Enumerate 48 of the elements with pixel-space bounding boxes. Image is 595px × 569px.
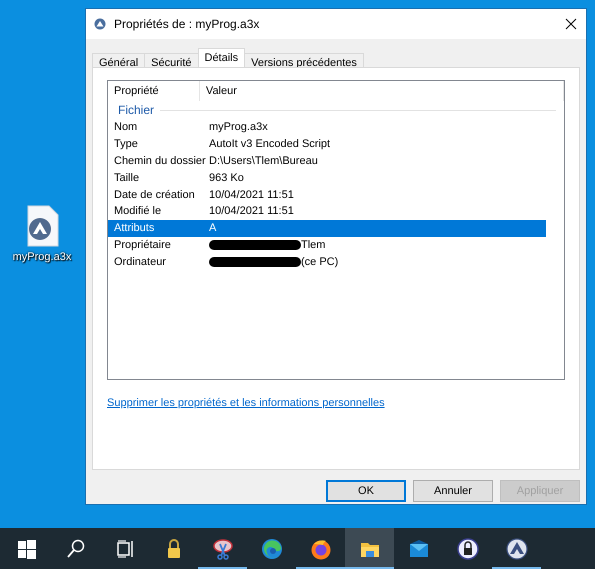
firefox-browser-icon <box>310 538 332 560</box>
tab[interactable]: Sécurité <box>144 53 198 67</box>
list-row[interactable]: Attributs A <box>108 220 546 237</box>
list-row[interactable]: Taille 963 Ko <box>108 169 546 186</box>
envelope-icon <box>408 538 430 560</box>
tab[interactable]: Versions précédentes <box>244 53 364 67</box>
list-row[interactable]: Chemin du dossier D:\Users\Tlem\Bureau <box>108 152 546 170</box>
remove-properties-link[interactable]: Supprimer les propriétés et les informations personnelles <box>107 397 385 409</box>
property-name: Taille <box>113 172 140 184</box>
search-icon <box>64 538 86 560</box>
list-row[interactable]: Modifié le 10/04/2021 11:51 <box>108 202 546 220</box>
property-value: A <box>209 222 216 234</box>
property-value: D:\Users\Tlem\Bureau <box>209 154 318 167</box>
group-header: Fichier <box>118 103 154 117</box>
property-value: AutoIt v3 Encoded Script <box>209 138 330 150</box>
window-title: Propriétés de : myProg.a3x <box>114 17 260 31</box>
dialog-button[interactable]: OK <box>326 480 406 502</box>
property-name: Type <box>113 138 139 150</box>
dialog-button[interactable]: Annuler <box>413 480 493 502</box>
app-icon <box>94 18 106 30</box>
list-row[interactable]: Type AutoIt v3 Encoded Script <box>108 136 546 153</box>
property-name: Nom <box>113 121 138 134</box>
property-name: Ordinateur <box>113 256 167 268</box>
column-header[interactable]: Valeur <box>200 81 564 101</box>
property-value: (ce PC) <box>301 256 338 268</box>
list-row[interactable]: Date de création 10/04/2021 11:51 <box>108 186 546 203</box>
property-name: Attributs <box>113 222 156 234</box>
tab[interactable]: Détails <box>198 48 246 67</box>
windows-logo-icon <box>16 538 38 560</box>
close-icon <box>565 18 577 30</box>
scissors-icon <box>212 538 234 560</box>
column-header[interactable]: Propriété <box>108 81 200 101</box>
edge-browser-icon <box>260 538 282 560</box>
list-row[interactable]: Ordinateur (ce PC) <box>108 253 546 270</box>
property-value: 963 Ko <box>209 172 244 184</box>
property-name: Date de création <box>113 188 196 201</box>
property-value: Tlem <box>301 238 326 251</box>
property-name: Chemin du dossier <box>113 154 207 167</box>
property-name: Propriétaire <box>113 238 172 251</box>
list-row[interactable]: Nom myProg.a3x <box>108 119 546 136</box>
padlock-icon <box>456 538 478 560</box>
property-name: Modifié le <box>113 205 162 218</box>
property-value: myProg.a3x <box>209 121 268 134</box>
property-value: 10/04/2021 11:51 <box>209 188 294 201</box>
taskbar-button[interactable] <box>345 528 394 569</box>
property-value: 10/04/2021 11:51 <box>209 205 294 218</box>
list-row[interactable]: Propriétaire Tlem <box>108 236 546 254</box>
tab[interactable]: Général <box>92 53 146 67</box>
